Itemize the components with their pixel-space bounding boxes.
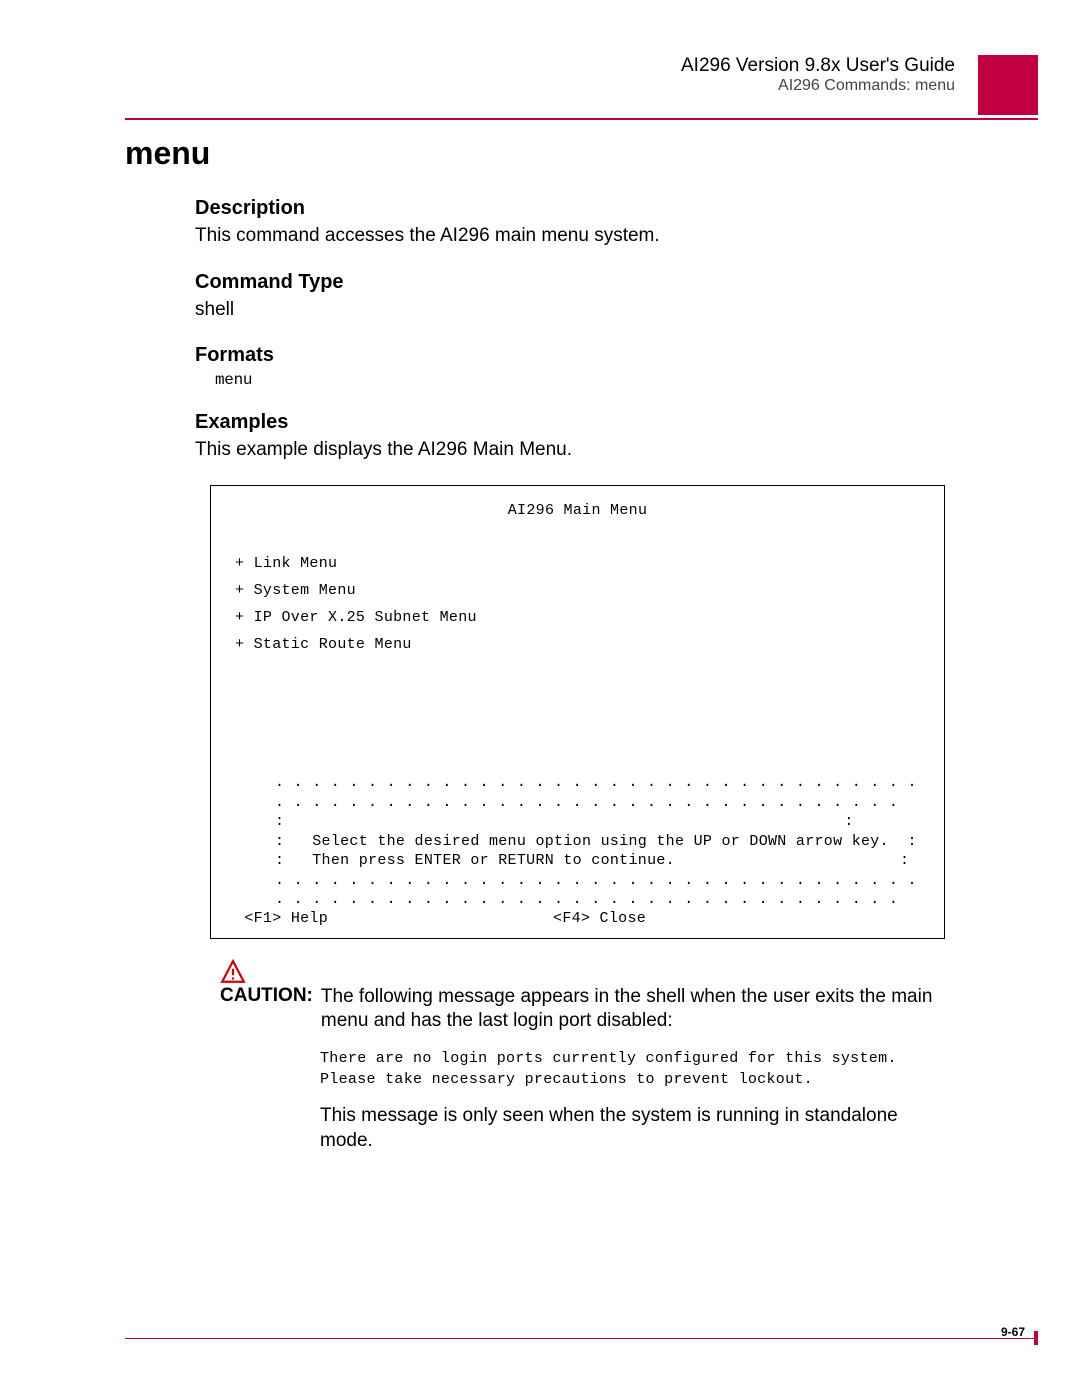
- terminal-item: + Static Route Menu: [235, 631, 920, 658]
- content-area: menu Description This command accesses t…: [125, 135, 945, 1153]
- page-number: 9-67: [1001, 1325, 1025, 1339]
- caution-text: The following message appears in the she…: [321, 985, 945, 1034]
- command-type-text: shell: [195, 298, 945, 323]
- terminal-item: + System Menu: [235, 577, 920, 604]
- description-heading: Description: [195, 197, 945, 220]
- footer-rule: [125, 1338, 1038, 1339]
- formats-code: menu: [215, 371, 945, 389]
- terminal-hint-empty: ::: [275, 812, 920, 832]
- terminal-footer: <F1> Help<F4> Close: [235, 910, 920, 928]
- description-text: This command accesses the AI296 main men…: [195, 224, 945, 249]
- page-header: AI296 Version 9.8x User's Guide AI296 Co…: [681, 55, 955, 95]
- command-title: menu: [125, 135, 945, 172]
- header-brand-block: [978, 55, 1038, 115]
- terminal-title: AI296 Main Menu: [235, 502, 920, 520]
- terminal-hint-border: . . . . . . . . . . . . . . . . . . . . …: [275, 773, 920, 812]
- doc-title: AI296 Version 9.8x User's Guide: [681, 55, 955, 77]
- footer-mark: [1034, 1331, 1038, 1345]
- examples-text: This example displays the AI296 Main Men…: [195, 438, 945, 463]
- terminal-hint-line: : Select the desired menu option using t…: [275, 832, 920, 852]
- caution-after-text: This message is only seen when the syste…: [320, 1104, 945, 1153]
- warning-icon: [220, 959, 246, 985]
- caution-label: CAUTION:: [220, 985, 313, 1006]
- formats-heading: Formats: [195, 344, 945, 367]
- terminal-output-box: AI296 Main Menu + Link Menu + System Men…: [210, 485, 945, 939]
- terminal-item: + IP Over X.25 Subnet Menu: [235, 604, 920, 631]
- terminal-hint-line: : Then press ENTER or RETURN to continue…: [275, 851, 920, 871]
- command-type-heading: Command Type: [195, 271, 945, 294]
- terminal-hint-border: . . . . . . . . . . . . . . . . . . . . …: [275, 871, 920, 910]
- caution-mono-message: There are no login ports currently confi…: [320, 1048, 945, 1090]
- terminal-item: + Link Menu: [235, 550, 920, 577]
- examples-heading: Examples: [195, 411, 945, 434]
- header-rule: [125, 118, 1038, 120]
- doc-subtitle: AI296 Commands: menu: [681, 77, 955, 95]
